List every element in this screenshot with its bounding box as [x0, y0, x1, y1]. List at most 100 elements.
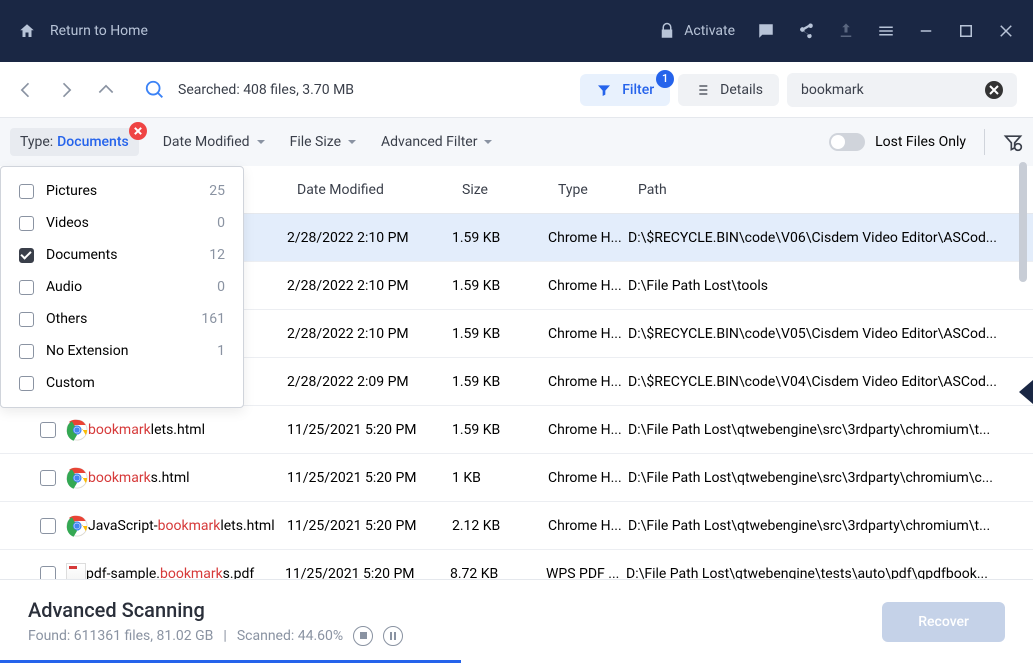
maximize-icon[interactable]: [957, 22, 975, 40]
file-size-filter[interactable]: File Size: [290, 134, 357, 150]
share-icon[interactable]: [797, 22, 815, 40]
lock-icon: [658, 22, 676, 40]
file-path: D:\$RECYCLE.BIN\code\V06\Cisdem Video Ed…: [628, 230, 1033, 246]
file-date: 11/25/2021 5:20 PM: [287, 518, 452, 534]
type-dropdown: Pictures25Videos0Documents12Audio0Others…: [0, 166, 244, 408]
filter-button[interactable]: Filter 1: [580, 74, 670, 106]
dropdown-item[interactable]: Documents12: [1, 239, 243, 271]
row-checkbox[interactable]: [40, 518, 56, 534]
minimize-icon[interactable]: [917, 22, 935, 40]
close-icon[interactable]: [997, 22, 1015, 40]
chrome-icon: [66, 515, 88, 537]
file-path: D:\File Path Lost\qtwebengine\src\3rdpar…: [628, 470, 1033, 486]
file-path: D:\File Path Lost\tools: [628, 278, 1033, 294]
row-checkbox[interactable]: [40, 470, 56, 486]
type-filter-chip[interactable]: Type: Documents: [10, 128, 139, 156]
export-icon[interactable]: [837, 22, 855, 40]
toolbar: Searched: 408 files, 3.70 MB Filter 1 De…: [0, 62, 1033, 118]
file-path: D:\File Path Lost\qtwebengine\src\3rdpar…: [628, 422, 1033, 438]
file-type: Chrome H...: [548, 278, 628, 294]
checkbox[interactable]: [19, 248, 34, 263]
found-label: Found: 611361 files, 81.02 GB: [28, 628, 213, 644]
feedback-icon[interactable]: [757, 22, 775, 40]
lost-files-toggle[interactable]: Lost Files Only: [829, 133, 966, 151]
column-type[interactable]: Type: [558, 182, 638, 198]
filter-settings-icon[interactable]: [1003, 132, 1023, 152]
dropdown-item[interactable]: Pictures25: [1, 175, 243, 207]
file-type: Chrome H...: [548, 230, 628, 246]
row-checkbox[interactable]: [40, 422, 56, 438]
checkbox[interactable]: [19, 216, 34, 231]
filter-badge: 1: [656, 70, 674, 88]
column-size[interactable]: Size: [462, 182, 558, 198]
clear-search-button[interactable]: [985, 81, 1003, 99]
dropdown-item[interactable]: Others161: [1, 303, 243, 335]
menu-icon[interactable]: [877, 22, 895, 40]
file-type: Chrome H...: [548, 374, 628, 390]
file-size: 1 KB: [452, 470, 548, 486]
file-name: bookmarks.html: [88, 470, 287, 486]
scrollbar[interactable]: [1019, 162, 1027, 282]
file-path: D:\$RECYCLE.BIN\code\V04\Cisdem Video Ed…: [628, 374, 1033, 390]
filter-bar: Type: Documents Date Modified File Size …: [0, 118, 1033, 166]
footer: Advanced Scanning Found: 611361 files, 8…: [0, 579, 1033, 663]
file-type: Chrome H...: [548, 470, 628, 486]
search-input[interactable]: [801, 82, 985, 98]
return-home-button[interactable]: Return to Home: [18, 22, 148, 40]
file-date: 11/25/2021 5:20 PM: [287, 470, 452, 486]
checkbox[interactable]: [19, 312, 34, 327]
file-date: 2/28/2022 2:09 PM: [287, 374, 452, 390]
toggle-switch[interactable]: [829, 133, 865, 151]
file-path: D:\File Path Lost\qtwebengine\src\3rdpar…: [628, 518, 1033, 534]
advanced-filter[interactable]: Advanced Filter: [381, 134, 493, 150]
file-size: 1.59 KB: [452, 422, 548, 438]
checkbox[interactable]: [19, 344, 34, 359]
table-row[interactable]: JavaScript-bookmarklets.html11/25/2021 5…: [0, 502, 1033, 550]
scanned-label: Scanned: 44.60%: [237, 628, 343, 644]
checkbox[interactable]: [19, 376, 34, 391]
file-type: Chrome H...: [548, 326, 628, 342]
column-path[interactable]: Path: [638, 182, 1033, 198]
file-date: 2/28/2022 2:10 PM: [287, 230, 452, 246]
file-size: 1.59 KB: [452, 326, 548, 342]
chevron-down-icon: [256, 137, 266, 147]
home-icon: [18, 22, 36, 40]
dropdown-item[interactable]: Videos0: [1, 207, 243, 239]
column-date[interactable]: Date Modified: [297, 182, 462, 198]
search-box[interactable]: [787, 73, 1017, 107]
pause-button[interactable]: [383, 626, 403, 646]
forward-button[interactable]: [56, 80, 76, 100]
chrome-icon: [66, 419, 88, 441]
side-panel-toggle[interactable]: [1019, 380, 1033, 404]
list-icon: [694, 82, 710, 98]
table-row[interactable]: bookmarks.html11/25/2021 5:20 PM1 KBChro…: [0, 454, 1033, 502]
file-path: D:\$RECYCLE.BIN\code\V05\Cisdem Video Ed…: [628, 326, 1033, 342]
file-type: Chrome H...: [548, 422, 628, 438]
file-date: 2/28/2022 2:10 PM: [287, 326, 452, 342]
back-button[interactable]: [16, 80, 36, 100]
dropdown-item[interactable]: Custom: [1, 367, 243, 399]
recover-button[interactable]: Recover: [882, 602, 1005, 642]
dropdown-item[interactable]: Audio0: [1, 271, 243, 303]
file-name: JavaScript-bookmarklets.html: [88, 518, 287, 534]
file-size: 1.59 KB: [452, 278, 548, 294]
date-modified-filter[interactable]: Date Modified: [163, 134, 266, 150]
chrome-icon: [66, 467, 88, 489]
remove-type-filter[interactable]: [129, 122, 147, 140]
file-size: 2.12 KB: [452, 518, 548, 534]
file-type: Chrome H...: [548, 518, 628, 534]
search-icon: [144, 79, 166, 101]
checkbox[interactable]: [19, 184, 34, 199]
stop-button[interactable]: [353, 626, 373, 646]
up-button[interactable]: [96, 80, 116, 100]
chevron-down-icon: [483, 137, 493, 147]
details-button[interactable]: Details: [678, 74, 779, 106]
file-name: bookmarklets.html: [88, 422, 287, 438]
return-home-label: Return to Home: [50, 23, 148, 39]
x-icon: [989, 85, 999, 95]
checkbox[interactable]: [19, 280, 34, 295]
filter-icon: [596, 82, 612, 98]
table-row[interactable]: bookmarklets.html11/25/2021 5:20 PM1.59 …: [0, 406, 1033, 454]
dropdown-item[interactable]: No Extension1: [1, 335, 243, 367]
activate-button[interactable]: Activate: [658, 22, 735, 40]
